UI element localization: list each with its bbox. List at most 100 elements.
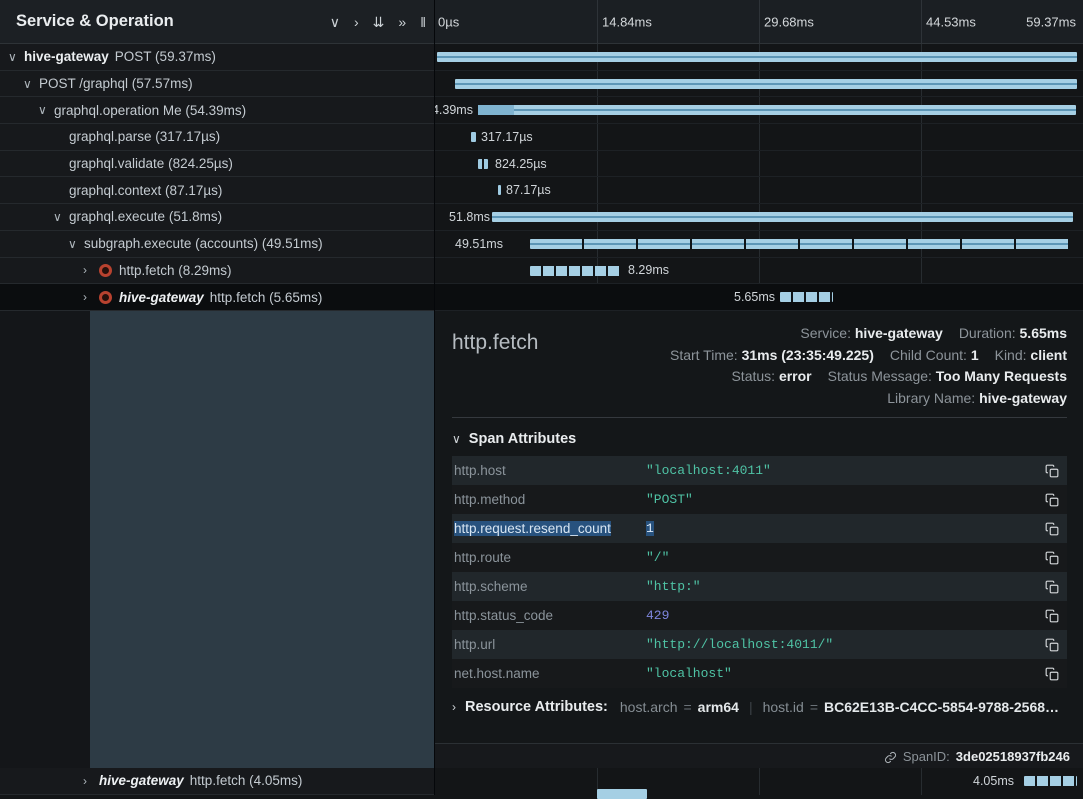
span-tree-row[interactable]: ›http.fetch (8.29ms): [0, 258, 434, 285]
span-tree-row[interactable]: ›hive-gatewayhttp.fetch (4.05ms): [0, 768, 434, 795]
copy-value-button[interactable]: [1037, 550, 1067, 566]
span-bar[interactable]: [780, 292, 833, 302]
attribute-value: "localhost": [646, 666, 1037, 681]
chevron-down-icon[interactable]: ∨: [23, 78, 39, 90]
timeline-row[interactable]: 824.25µs: [435, 151, 1083, 178]
chevron-right-icon: ›: [452, 700, 456, 714]
meta-label: Library Name:: [887, 390, 979, 406]
attribute-row[interactable]: http.request.resend_count1: [452, 514, 1067, 543]
resource-value: BC62E13B-C4CC-5854-9788-2568…: [824, 699, 1059, 715]
span-tree-row[interactable]: ›hive-gatewayhttp.fetch (5.65ms): [0, 284, 434, 311]
copy-value-button[interactable]: [1037, 666, 1067, 682]
meta-value: Too Many Requests: [936, 368, 1067, 384]
resource-attributes-row[interactable]: › Resource Attributes: host.arch=arm64|h…: [452, 699, 1067, 715]
copy-value-button[interactable]: [1037, 492, 1067, 508]
meta-label: Kind:: [995, 347, 1031, 363]
attribute-key: http.request.resend_count: [452, 521, 646, 536]
span-bar[interactable]: [437, 52, 1077, 62]
collapse-all-icon[interactable]: ⇊: [373, 15, 385, 29]
span-bar[interactable]: [492, 212, 1073, 222]
chevron-down-icon[interactable]: ∨: [53, 211, 69, 223]
copy-value-button[interactable]: [1037, 463, 1067, 479]
attribute-row[interactable]: http.status_code429: [452, 601, 1067, 630]
attribute-value: 1: [646, 521, 1037, 536]
attribute-value-text: "http:": [646, 579, 701, 594]
chevron-right-icon[interactable]: ›: [83, 291, 99, 303]
attribute-key-text: http.route: [454, 550, 511, 565]
expand-all-icon[interactable]: »: [398, 15, 406, 29]
attribute-key: http.host: [452, 463, 646, 478]
copy-icon: [1045, 551, 1059, 565]
span-tree-row[interactable]: graphql.parse (317.17µs): [0, 124, 434, 151]
service-name: hive-gateway: [119, 290, 204, 305]
copy-icon: [1045, 580, 1059, 594]
attribute-row[interactable]: http.route "/": [452, 543, 1067, 572]
attribute-value: "http:": [646, 579, 1037, 594]
link-icon[interactable]: [884, 748, 897, 763]
meta-value: error: [779, 368, 812, 384]
span-tree-row[interactable]: ∨subgraph.execute (accounts) (49.51ms): [0, 231, 434, 258]
span-tree-row[interactable]: graphql.validate (824.25µs): [0, 151, 434, 178]
chevron-down-icon[interactable]: ∨: [38, 104, 54, 116]
timeline-row[interactable]: [435, 71, 1083, 98]
chevron-right-icon[interactable]: ›: [83, 264, 99, 276]
span-bar[interactable]: [530, 266, 620, 276]
splitter-handle-icon[interactable]: ‖: [420, 15, 426, 29]
copy-value-button[interactable]: [1037, 521, 1067, 537]
copy-value-button[interactable]: [1037, 579, 1067, 595]
span-bar[interactable]: [1024, 776, 1077, 786]
meta-label: Service:: [800, 325, 854, 341]
resource-key: host.arch: [620, 699, 678, 715]
span-tree-row[interactable]: ∨graphql.execute (51.8ms): [0, 204, 434, 231]
span-tree-row[interactable]: ∨POST /graphql (57.57ms): [0, 71, 434, 98]
timeline-row[interactable]: 87.17µs: [435, 177, 1083, 204]
span-id-value: 3de02518937fb246: [956, 749, 1070, 764]
operation-label: graphql.parse (317.17µs): [69, 129, 220, 144]
chevron-right-icon[interactable]: ›: [83, 775, 99, 787]
meta-pair: Service: hive-gateway: [800, 325, 942, 341]
span-tree-row[interactable]: graphql.context (87.17µs): [0, 177, 434, 204]
selected-span-region[interactable]: [90, 311, 435, 769]
span-bar[interactable]: [530, 239, 1070, 249]
timeline-row[interactable]: 49.51ms: [435, 231, 1083, 258]
copy-value-button[interactable]: [1037, 637, 1067, 653]
timeline-row[interactable]: 5.65ms: [435, 284, 1083, 311]
span-bar[interactable]: [498, 185, 501, 195]
resource-attributes-title: Resource Attributes:: [465, 699, 608, 715]
attribute-row[interactable]: http.method"POST": [452, 485, 1067, 514]
chevron-down-icon[interactable]: ∨: [8, 51, 24, 63]
chevron-down-icon[interactable]: ∨: [68, 238, 84, 250]
timeline-row[interactable]: 8.29ms: [435, 258, 1083, 285]
span-tree-panel: Service & Operation ∨›⇊»‖ ∨hive-gatewayP…: [0, 0, 435, 795]
span-title: http.fetch: [452, 331, 538, 355]
attribute-value: "localhost:4011": [646, 463, 1037, 478]
resource-pairs: host.arch=arm64|host.id=BC62E13B-C4CC-58…: [620, 699, 1059, 715]
collapse-one-icon[interactable]: ∨: [330, 15, 340, 29]
attribute-row[interactable]: http.url"http://localhost:4011/": [452, 630, 1067, 659]
span-tree-row[interactable]: ∨graphql.operation Me (54.39ms): [0, 97, 434, 124]
span-bar[interactable]: [478, 105, 1076, 115]
ruler-tick: [759, 0, 760, 43]
duration-label: 317.17µs: [481, 130, 533, 144]
attribute-row[interactable]: http.scheme"http:": [452, 572, 1067, 601]
span-bar[interactable]: [455, 79, 1077, 89]
attribute-row[interactable]: net.host.name"localhost": [452, 659, 1067, 688]
copy-icon: [1045, 638, 1059, 652]
timeline-row[interactable]: 51.8ms: [435, 204, 1083, 231]
timeline-row[interactable]: 54.39ms: [435, 97, 1083, 124]
attribute-value: "/": [646, 550, 1037, 565]
span-id-label: SpanID:: [903, 749, 950, 764]
span-bar[interactable]: [478, 159, 488, 169]
timeline-row[interactable]: [435, 44, 1083, 71]
span-tree-row[interactable]: ∨hive-gatewayPOST (59.37ms): [0, 44, 434, 71]
attribute-key: http.status_code: [452, 608, 646, 623]
attribute-row[interactable]: http.host"localhost:4011": [452, 456, 1067, 485]
span-bar[interactable]: [597, 789, 647, 799]
copy-value-button[interactable]: [1037, 608, 1067, 624]
timeline-row[interactable]: 317.17µs: [435, 124, 1083, 151]
expand-one-icon[interactable]: ›: [354, 15, 359, 29]
attribute-value-text: "POST": [646, 492, 693, 507]
span-attributes-header[interactable]: ∨ Span Attributes: [452, 430, 1067, 448]
meta-line: Service: hive-gatewayDuration: 5.65ms: [670, 323, 1067, 345]
span-bar[interactable]: [471, 132, 476, 142]
